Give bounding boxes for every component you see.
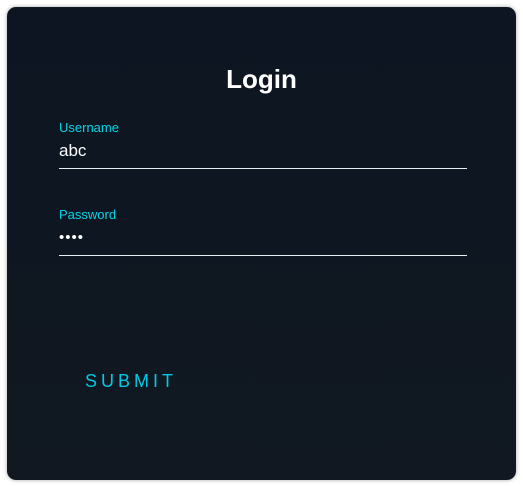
password-label: Password	[59, 207, 117, 222]
login-card: Login Username Password SUBMIT	[7, 7, 516, 480]
login-title: Login	[226, 64, 297, 94]
password-field-group: Password	[59, 207, 467, 256]
password-input[interactable]	[59, 227, 467, 256]
username-label: Username	[59, 120, 119, 135]
username-field-group: Username	[59, 120, 467, 169]
username-input[interactable]	[59, 140, 467, 169]
submit-button[interactable]: SUBMIT	[75, 366, 187, 396]
